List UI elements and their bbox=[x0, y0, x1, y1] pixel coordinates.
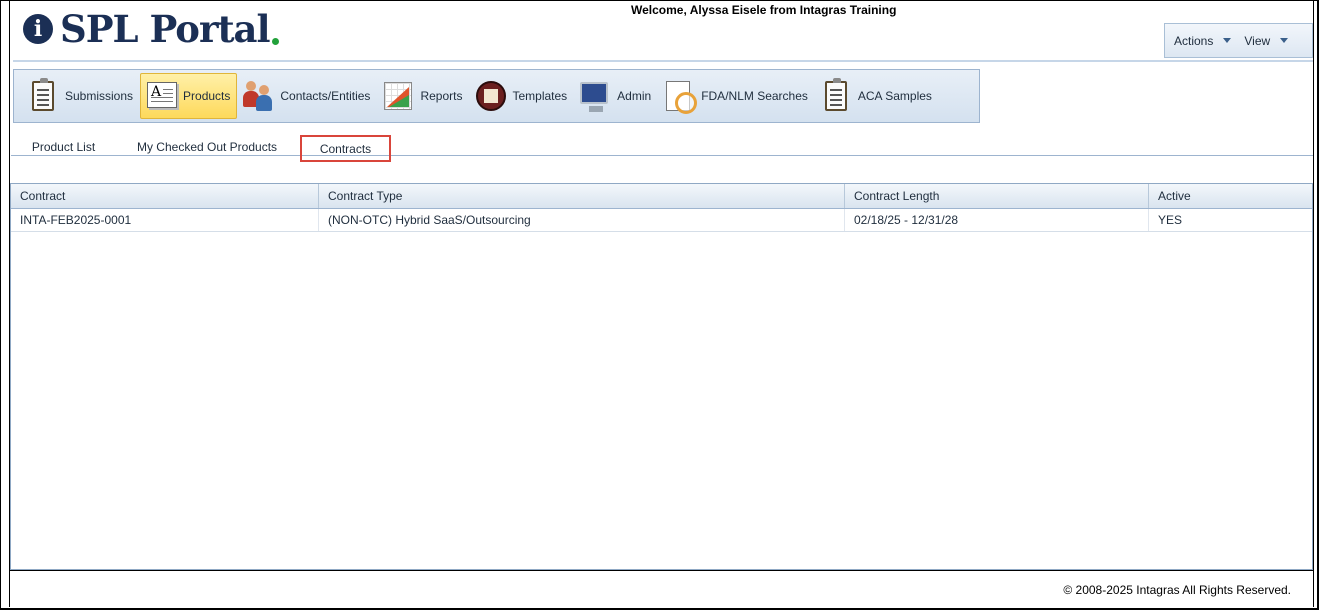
sub-tabs: Product List My Checked Out Products Con… bbox=[11, 134, 1313, 162]
toolbar-aca-samples[interactable]: ACA Samples bbox=[815, 73, 939, 119]
toolbar-templates[interactable]: Templates bbox=[469, 73, 574, 119]
contracts-grid: Contract Contract Type Contract Length A… bbox=[10, 183, 1313, 570]
logo-letter: i bbox=[33, 16, 43, 42]
cell-contract-length: 02/18/25 - 12/31/28 bbox=[845, 209, 1149, 231]
toolbar-admin[interactable]: Admin bbox=[574, 73, 658, 119]
toolbar-products[interactable]: A Products bbox=[140, 73, 238, 119]
column-header-contract-length[interactable]: Contract Length bbox=[845, 184, 1149, 208]
header-divider bbox=[13, 60, 1313, 62]
tab-contracts[interactable]: Contracts bbox=[300, 135, 391, 162]
toolbar-fda-nlm-searches[interactable]: FDA/NLM Searches bbox=[658, 73, 815, 119]
document-icon: A bbox=[145, 79, 178, 113]
footer-copyright: © 2008-2025 Intagras All Rights Reserved… bbox=[1063, 583, 1291, 597]
view-label: View bbox=[1244, 33, 1271, 48]
toolbar-label: Products bbox=[183, 89, 231, 103]
cell-contract-type: (NON-OTC) Hybrid SaaS/Outsourcing bbox=[319, 209, 845, 231]
logo-dot bbox=[271, 38, 279, 45]
toolbar-submissions[interactable]: Submissions bbox=[22, 73, 140, 119]
logo-text: SPL Portal bbox=[60, 7, 271, 51]
column-header-active[interactable]: Active bbox=[1149, 184, 1312, 208]
tab-product-list[interactable]: Product List bbox=[21, 134, 106, 156]
column-header-contract[interactable]: Contract bbox=[11, 184, 319, 208]
toolbar-label: Submissions bbox=[65, 89, 134, 103]
column-header-contract-type[interactable]: Contract Type bbox=[319, 184, 845, 208]
tab-my-checked-out-products[interactable]: My Checked Out Products bbox=[131, 134, 283, 156]
monitor-icon bbox=[579, 79, 611, 113]
toolbar-label: ACA Samples bbox=[857, 89, 932, 103]
cell-contract: INTA-FEB2025-0001 bbox=[11, 209, 319, 231]
toolbar-label: Admin bbox=[617, 89, 652, 103]
cell-active: YES bbox=[1158, 213, 1183, 227]
actions-menu[interactable]: Actions bbox=[1165, 34, 1235, 48]
top-right-menu: Actions View bbox=[1164, 23, 1313, 58]
info-icon: i bbox=[23, 14, 53, 44]
grid-header: Contract Contract Type Contract Length A… bbox=[11, 184, 1312, 209]
table-row[interactable]: INTA-FEB2025-0001 (NON-OTC) Hybrid SaaS/… bbox=[11, 209, 1312, 232]
caret-down-icon bbox=[1223, 38, 1232, 43]
clipboard-icon bbox=[27, 78, 59, 113]
clipboard-icon bbox=[820, 78, 852, 113]
page-frame: i SPL Portal Welcome, Alyssa Eisele from… bbox=[0, 0, 1319, 610]
toolbar-label: FDA/NLM Searches bbox=[701, 89, 808, 103]
welcome-message: Welcome, Alyssa Eisele from Intagras Tra… bbox=[631, 3, 897, 17]
toolbar-label: Templates bbox=[512, 89, 568, 103]
main-toolbar: Submissions A Products Contacts/Entities… bbox=[13, 69, 980, 123]
toolbar-contacts-entities[interactable]: Contacts/Entities bbox=[237, 73, 377, 119]
actions-label: Actions bbox=[1174, 33, 1214, 48]
app-logo: i SPL Portal bbox=[23, 9, 279, 49]
search-document-icon bbox=[663, 79, 698, 114]
footer-divider bbox=[10, 570, 1314, 571]
view-menu[interactable]: View bbox=[1235, 34, 1292, 48]
toolbar-label: Contacts/Entities bbox=[280, 89, 371, 103]
people-icon bbox=[242, 79, 274, 113]
templates-icon bbox=[474, 79, 507, 113]
caret-down-icon bbox=[1280, 38, 1289, 43]
chart-icon bbox=[382, 79, 414, 113]
toolbar-label: Reports bbox=[420, 89, 463, 103]
toolbar-reports[interactable]: Reports bbox=[377, 73, 469, 119]
